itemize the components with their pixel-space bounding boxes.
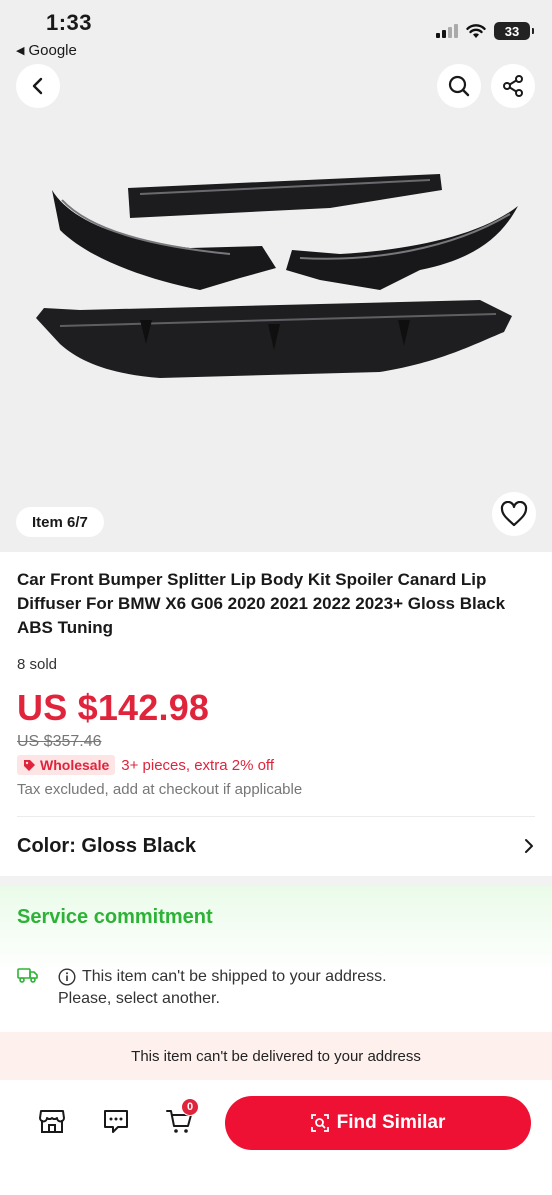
color-selector[interactable]: Color: Gloss Black <box>17 826 535 866</box>
wholesale-row[interactable]: Wholesale 3+ pieces, extra 2% off <box>17 755 537 775</box>
search-button[interactable] <box>437 64 481 108</box>
service-commitment-section: Service commitment This item can't be sh… <box>0 886 552 1032</box>
wholesale-badge-label: Wholesale <box>40 757 110 773</box>
find-similar-label: Find Similar <box>336 1112 446 1133</box>
original-price: US $357.46 <box>17 733 102 750</box>
color-label: Color: Gloss Black <box>17 834 196 857</box>
product-info: Car Front Bumper Splitter Lip Body Kit S… <box>17 568 537 798</box>
chevron-right-icon <box>525 839 533 853</box>
back-to-app-link[interactable]: ◀ Google <box>16 42 77 59</box>
bottom-action-bar: 0 Find Similar <box>0 1080 552 1195</box>
product-title: Car Front Bumper Splitter Lip Body Kit S… <box>17 570 506 637</box>
back-triangle-icon: ◀ <box>16 45 25 57</box>
image-search-icon <box>310 1114 329 1132</box>
section-separator <box>0 876 552 886</box>
chat-icon <box>104 1110 128 1133</box>
wifi-icon <box>466 24 486 38</box>
delivery-notice: This item can't be delivered to your add… <box>0 1032 552 1080</box>
tax-note: Tax excluded, add at checkout if applica… <box>17 781 303 798</box>
product-image <box>36 174 518 378</box>
message-button[interactable] <box>101 1106 131 1136</box>
shipping-line-2: Please, select another. <box>58 990 220 1007</box>
tag-icon <box>24 759 35 771</box>
status-bar: 1:33 ◀ Google 33 <box>0 0 552 62</box>
battery-indicator: 33 <box>494 22 534 40</box>
store-icon <box>39 1110 65 1133</box>
divider <box>17 816 535 817</box>
system-icons: 33 <box>436 22 534 40</box>
back-app-label: Google <box>28 42 77 59</box>
back-button[interactable] <box>16 64 60 108</box>
status-time: 1:33 <box>46 10 93 35</box>
sold-count: 8 sold <box>17 656 58 673</box>
lip-top-piece <box>128 174 442 218</box>
shipping-line-1: This item can't be shipped to your addre… <box>82 968 387 985</box>
share-icon <box>503 75 523 97</box>
info-icon <box>58 968 76 986</box>
shipping-message: This item can't be shipped to your addre… <box>58 966 387 1010</box>
truck-icon <box>17 968 38 983</box>
service-title: Service commitment <box>17 906 213 928</box>
signal-icon <box>436 24 458 38</box>
wholesale-badge: Wholesale <box>17 755 116 775</box>
item-counter: Item 6/7 <box>16 507 104 537</box>
sale-price: US $142.98 <box>17 687 210 728</box>
search-icon <box>448 75 470 97</box>
store-button[interactable] <box>37 1106 67 1136</box>
find-similar-button[interactable]: Find Similar <box>225 1096 531 1150</box>
lip-right-piece <box>286 206 518 290</box>
wishlist-button[interactable] <box>492 492 536 536</box>
cart-count-badge: 0 <box>181 1098 199 1116</box>
share-button[interactable] <box>491 64 535 108</box>
heart-icon <box>500 501 528 527</box>
chevron-left-icon <box>32 77 43 95</box>
wholesale-offer: 3+ pieces, extra 2% off <box>121 756 274 774</box>
